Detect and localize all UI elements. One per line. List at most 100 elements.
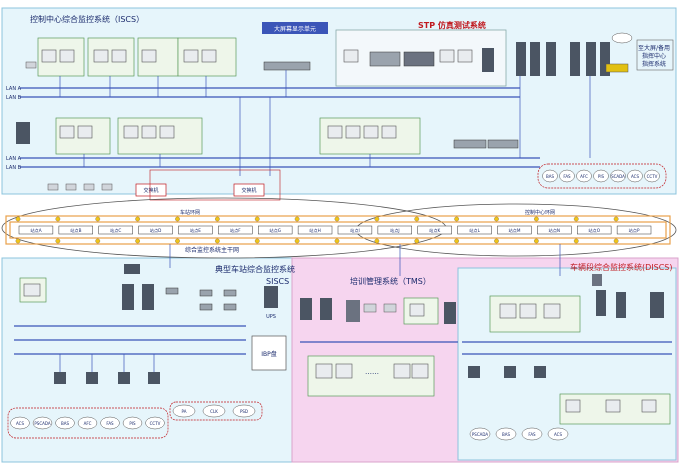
fep-icon <box>86 372 98 384</box>
workstation-icon <box>345 125 361 139</box>
workstation-icon <box>201 49 217 63</box>
printer-icon <box>25 61 37 69</box>
server-icon <box>122 284 134 310</box>
subsystem-label: FAS <box>106 421 114 426</box>
switch-rack <box>223 289 237 297</box>
backbone-caption: 综合监控系统主干网 <box>185 246 239 254</box>
backbone-station-label: 站点N <box>549 227 561 234</box>
ups-icon <box>264 286 278 308</box>
ring-node-icon <box>613 216 619 222</box>
ring-node-icon <box>573 238 579 244</box>
backbone-station-label: 站点G <box>269 227 281 234</box>
lan-label: LAN B <box>6 95 22 101</box>
stp-title: STP 仿真测试系统 <box>418 20 486 30</box>
server-icon <box>586 42 596 76</box>
ring-node-icon <box>254 238 260 244</box>
ring-node-icon <box>334 238 340 244</box>
subsystem-label: PIS <box>129 421 136 426</box>
vehicle-icon <box>605 63 629 73</box>
server-icon <box>124 264 140 274</box>
workstation-icon <box>519 303 537 319</box>
switch-label: 交换机 <box>241 187 256 194</box>
ring-node-icon <box>573 216 579 222</box>
station-title: 典型车站综合监控系统 <box>215 264 295 274</box>
ring-node-icon <box>135 216 140 222</box>
control-center-title: 控制中心综合监控系统（ISCS） <box>30 14 144 24</box>
ring-node-icon <box>494 238 499 244</box>
fep-icon <box>504 366 516 378</box>
backbone-station-label: 站点J <box>390 227 400 234</box>
backbone-right-section: 控制中心环网 <box>525 209 555 216</box>
server-icon <box>16 122 30 144</box>
ring-node-icon <box>175 216 180 222</box>
right-note-3: 指挥系统 <box>642 60 666 68</box>
training-title: 培训管理系统（TMS） <box>350 276 431 286</box>
backbone-station-label: 站点I <box>350 227 360 234</box>
backbone-station-label: 站点B <box>70 227 81 234</box>
workstation-icon <box>159 125 175 139</box>
subsystem-label: CCTV <box>647 174 658 179</box>
right-note-1: 至大屏/备用 <box>638 44 670 52</box>
server-icon <box>570 42 580 76</box>
ibp-label: IBP盘 <box>261 350 277 358</box>
subsystem-label: PSCADA <box>34 421 50 426</box>
backbone-station-list: 站点A 站点B 站点C 站点D 站点E 站点F 站点G 站点H 站点I 站点J 站点K 站点L 站点M 站… <box>15 216 652 244</box>
workstation-icon <box>381 125 397 139</box>
workstation-icon <box>605 399 621 413</box>
ring-node-icon <box>334 216 340 222</box>
architecture-diagram: 控制中心综合监控系统（ISCS） 大屏幕显示单元 STP 仿真测试系统 至大屏/… <box>0 0 680 464</box>
server-icon <box>444 302 456 324</box>
printer-icon <box>83 183 95 191</box>
switch-rack <box>369 51 401 67</box>
server-icon <box>530 42 540 76</box>
workstation-icon <box>457 49 473 63</box>
ring-node-icon <box>534 238 539 244</box>
big-screen-label: 大屏幕显示单元 <box>274 25 316 33</box>
ring-node-icon <box>454 238 459 244</box>
subsystem-label: AFC <box>580 174 588 179</box>
ring-node-icon <box>534 216 539 222</box>
fep-icon <box>54 372 66 384</box>
workstation-icon <box>123 125 139 139</box>
ring-node-icon <box>15 216 21 222</box>
backbone-station-label: 站点A <box>30 227 41 234</box>
workstation-icon <box>315 363 333 379</box>
diagram-canvas: 控制中心综合监控系统（ISCS） 大屏幕显示单元 STP 仿真测试系统 至大屏/… <box>1 7 679 463</box>
server-icon <box>596 290 606 316</box>
fep-icon <box>534 366 546 378</box>
fep-icon <box>148 372 160 384</box>
ring-node-icon <box>494 216 499 222</box>
ring-node-icon <box>254 216 260 222</box>
workstation-icon <box>93 49 109 63</box>
ring-node-icon <box>294 238 300 244</box>
switch-rack <box>453 139 487 149</box>
workstation-icon <box>111 49 127 63</box>
workstation-icon <box>41 49 57 63</box>
ring-node-icon <box>613 238 619 244</box>
printer-icon <box>65 183 77 191</box>
ring-node-icon <box>374 238 380 244</box>
ring-node-icon <box>95 238 101 244</box>
printer-icon <box>47 183 59 191</box>
subsystem-label: PSD <box>240 409 248 414</box>
workstation-icon <box>499 303 517 319</box>
fep-icon <box>118 372 130 384</box>
lan-label: LAN B <box>6 165 22 171</box>
workstation-icon <box>363 125 379 139</box>
switch-rack <box>403 51 435 67</box>
switch-rack <box>165 287 179 295</box>
server-icon <box>320 298 332 320</box>
station-extra-list: PA CLK PSD <box>172 404 256 418</box>
subsystem-label: BAS <box>546 174 554 179</box>
server-icon <box>546 42 556 76</box>
subsystem-label: AFC <box>84 421 92 426</box>
subsystem-label: PA <box>182 409 187 414</box>
workstation-icon <box>343 49 359 63</box>
server-icon <box>616 292 626 318</box>
subsystem-label: BAS <box>61 421 69 426</box>
workstation-icon <box>393 363 411 379</box>
backbone-station-label: 站点F <box>230 227 241 234</box>
workstation-icon <box>23 283 41 297</box>
fep-icon <box>468 366 480 378</box>
backbone-station-label: 站点D <box>150 227 162 234</box>
